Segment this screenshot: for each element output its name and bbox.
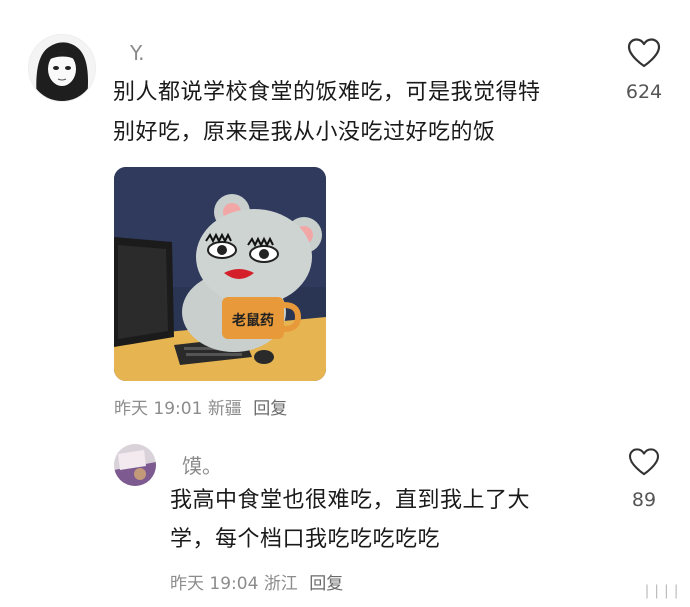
like-count: 89 — [631, 489, 657, 511]
comment-meta: 昨天 19:01 新疆 回复 — [114, 394, 287, 419]
reply-button[interactable]: 回复 — [309, 574, 343, 594]
comment-time: 昨天 19:04 — [170, 574, 259, 594]
comment-time: 昨天 19:01 — [114, 399, 203, 419]
comment-text-line: 别好吃，原来是我从小没吃过好吃的饭 — [113, 120, 496, 145]
comment-location: 新疆 — [207, 399, 242, 419]
watermark: ❘❘❘❘ — [641, 583, 682, 599]
comment-text-line: 学，每个档口我吃吃吃吃吃 — [170, 527, 441, 552]
comment-username[interactable]: Y. — [130, 41, 145, 65]
heart-icon — [627, 38, 661, 68]
reply-button[interactable]: 回复 — [253, 399, 287, 419]
mug-label: 老鼠药 — [232, 312, 274, 329]
like-button[interactable] — [627, 38, 661, 72]
comment-text-line: 别人都说学校食堂的饭难吃，可是我觉得特 — [113, 80, 541, 105]
avatar[interactable] — [114, 444, 156, 486]
like-count: 624 — [625, 81, 663, 103]
comment-username[interactable]: 馍。 — [182, 450, 222, 479]
avatar-illustration — [114, 444, 156, 486]
sticker-image[interactable]: 老鼠药 — [114, 167, 326, 381]
avatar[interactable] — [28, 34, 96, 102]
mouse-sticker-illustration: 老鼠药 — [114, 167, 326, 381]
comment-text-line: 我高中食堂也很难吃，直到我上了大 — [170, 488, 531, 513]
comment-meta: 昨天 19:04 浙江 回复 — [170, 569, 343, 594]
avatar-illustration — [29, 35, 95, 101]
like-button[interactable] — [628, 448, 660, 480]
comment-location: 浙江 — [263, 574, 298, 594]
heart-icon — [628, 448, 660, 476]
